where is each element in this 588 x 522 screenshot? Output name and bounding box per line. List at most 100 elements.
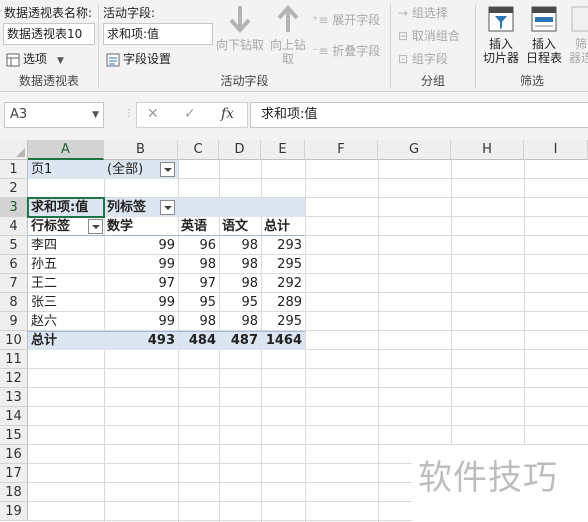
pivot-row-label[interactable]: 王二: [28, 274, 104, 293]
pivot-value-cell[interactable]: 97: [104, 274, 178, 293]
column-header-b[interactable]: B: [104, 140, 178, 160]
pivot-value-cell[interactable]: 98: [219, 236, 261, 255]
filter-connections-button[interactable]: 筛 器连: [566, 5, 588, 65]
pivot-value-cell[interactable]: 95: [219, 293, 261, 312]
row-header[interactable]: 3: [0, 198, 28, 217]
pivot-filter-value[interactable]: (全部): [104, 160, 160, 179]
row-header[interactable]: 14: [0, 407, 28, 426]
pivot-value-cell[interactable]: 99: [104, 236, 178, 255]
pivot-total-cell[interactable]: 484: [178, 331, 219, 350]
insert-function-icon[interactable]: fx: [221, 106, 234, 122]
chevron-down-icon: ▼: [57, 56, 64, 66]
filter-dropdown-icon[interactable]: [88, 219, 103, 234]
row-header[interactable]: 11: [0, 350, 28, 369]
pivot-grand-total-label[interactable]: 总计: [28, 331, 104, 350]
group-field-icon: ⊡: [398, 52, 409, 66]
collapse-field-button[interactable]: ⁻≡ 折叠字段: [312, 42, 380, 59]
row-header[interactable]: 9: [0, 312, 28, 331]
pivot-value-cell[interactable]: 295: [261, 312, 305, 331]
enter-icon[interactable]: ✓: [184, 106, 196, 122]
pivot-total-cell[interactable]: 493: [104, 331, 178, 350]
arrow-up-icon: [277, 5, 299, 32]
insert-timeline-label: 插入: [531, 37, 556, 51]
pivot-column-header[interactable]: 英语: [178, 217, 219, 236]
row-header[interactable]: 16: [0, 445, 28, 464]
row-header[interactable]: 4: [0, 217, 28, 236]
column-header-d[interactable]: D: [219, 140, 261, 160]
ungroup-button[interactable]: ⊟ 取消组合: [398, 27, 460, 44]
filter-dropdown-icon[interactable]: [160, 200, 175, 215]
pivot-value-cell[interactable]: 289: [261, 293, 305, 312]
pivot-name-label: 数据透视表名称:: [4, 6, 93, 20]
pivot-value-cell[interactable]: 95: [178, 293, 219, 312]
row-header[interactable]: 18: [0, 483, 28, 502]
drill-up-button[interactable]: 向上钻 取: [266, 4, 310, 66]
pivot-total-cell[interactable]: 1464: [261, 331, 305, 350]
pivot-value-cell[interactable]: 295: [261, 255, 305, 274]
select-all-corner[interactable]: [0, 140, 28, 160]
name-box[interactable]: A3 ▼: [4, 102, 104, 128]
drill-down-button[interactable]: 向下钻取: [215, 4, 265, 52]
group-selection-button[interactable]: → 组选择: [398, 4, 448, 21]
pivot-value-cell[interactable]: 98: [219, 312, 261, 331]
pivot-value-cell[interactable]: 98: [219, 255, 261, 274]
group-field-button[interactable]: ⊡ 组字段: [398, 50, 448, 67]
formula-input[interactable]: 求和项:值: [250, 102, 588, 128]
chevron-down-icon[interactable]: ▼: [92, 103, 99, 127]
pivot-value-cell[interactable]: 96: [178, 236, 219, 255]
pivot-value-cell[interactable]: 97: [178, 274, 219, 293]
field-settings-button[interactable]: 字段设置: [106, 50, 171, 67]
pivot-value-cell[interactable]: 98: [219, 274, 261, 293]
pivot-value-cell[interactable]: 99: [104, 255, 178, 274]
row-header[interactable]: 19: [0, 502, 28, 521]
row-header[interactable]: 7: [0, 274, 28, 293]
row-header[interactable]: 15: [0, 426, 28, 445]
pivot-column-labels[interactable]: 列标签: [104, 198, 160, 217]
pivot-column-header[interactable]: 语文: [219, 217, 261, 236]
ungroup-label: 取消组合: [411, 29, 460, 43]
column-header-g[interactable]: G: [378, 140, 451, 160]
pivot-row-label[interactable]: 孙五: [28, 255, 104, 274]
row-header[interactable]: 17: [0, 464, 28, 483]
pivot-value-cell[interactable]: 292: [261, 274, 305, 293]
cancel-icon[interactable]: ✕: [147, 106, 159, 122]
pivot-total-cell[interactable]: 487: [219, 331, 261, 350]
pivot-row-label[interactable]: 赵六: [28, 312, 104, 331]
pivot-row-label[interactable]: 张三: [28, 293, 104, 312]
row-header[interactable]: 1: [0, 160, 28, 179]
column-header-a[interactable]: A: [28, 140, 104, 160]
gridline: [305, 160, 306, 522]
column-header-h[interactable]: H: [451, 140, 524, 160]
pivot-value-cell[interactable]: 98: [178, 255, 219, 274]
column-header-e[interactable]: E: [261, 140, 305, 160]
row-header[interactable]: 5: [0, 236, 28, 255]
active-field-input[interactable]: 求和项:值: [103, 23, 213, 45]
row-header[interactable]: 2: [0, 179, 28, 198]
pivot-filter-field[interactable]: 页1: [28, 160, 104, 179]
pivot-value-cell[interactable]: 99: [104, 312, 178, 331]
row-header[interactable]: 13: [0, 388, 28, 407]
pivot-row-label[interactable]: 李四: [28, 236, 104, 255]
pivot-column-header[interactable]: 数学: [104, 217, 178, 236]
filter-connections-label: 筛: [574, 37, 587, 51]
row-header[interactable]: 12: [0, 369, 28, 388]
filter-dropdown-icon[interactable]: [160, 162, 175, 177]
timeline-icon: [531, 6, 557, 32]
column-header-c[interactable]: C: [178, 140, 219, 160]
insert-slicer-button[interactable]: 插入 切片器: [480, 5, 522, 65]
insert-timeline-button[interactable]: 插入 日程表: [524, 5, 564, 65]
pivot-column-header[interactable]: 总计: [261, 217, 305, 236]
expand-field-button[interactable]: ⁺≡ 展开字段: [312, 11, 380, 28]
pivot-value-cell[interactable]: 98: [178, 312, 219, 331]
column-header-i[interactable]: I: [524, 140, 588, 160]
options-button[interactable]: 选项 ▼: [6, 50, 64, 67]
row-header[interactable]: 6: [0, 255, 28, 274]
pivot-row-labels[interactable]: 行标签: [28, 217, 88, 236]
pivot-value-cell[interactable]: 293: [261, 236, 305, 255]
group-group-label: 分组: [420, 74, 445, 88]
pivot-name-input[interactable]: 数据透视表10: [3, 23, 95, 45]
column-header-f[interactable]: F: [305, 140, 378, 160]
row-header[interactable]: 8: [0, 293, 28, 312]
row-header[interactable]: 10: [0, 331, 28, 350]
pivot-value-cell[interactable]: 99: [104, 293, 178, 312]
